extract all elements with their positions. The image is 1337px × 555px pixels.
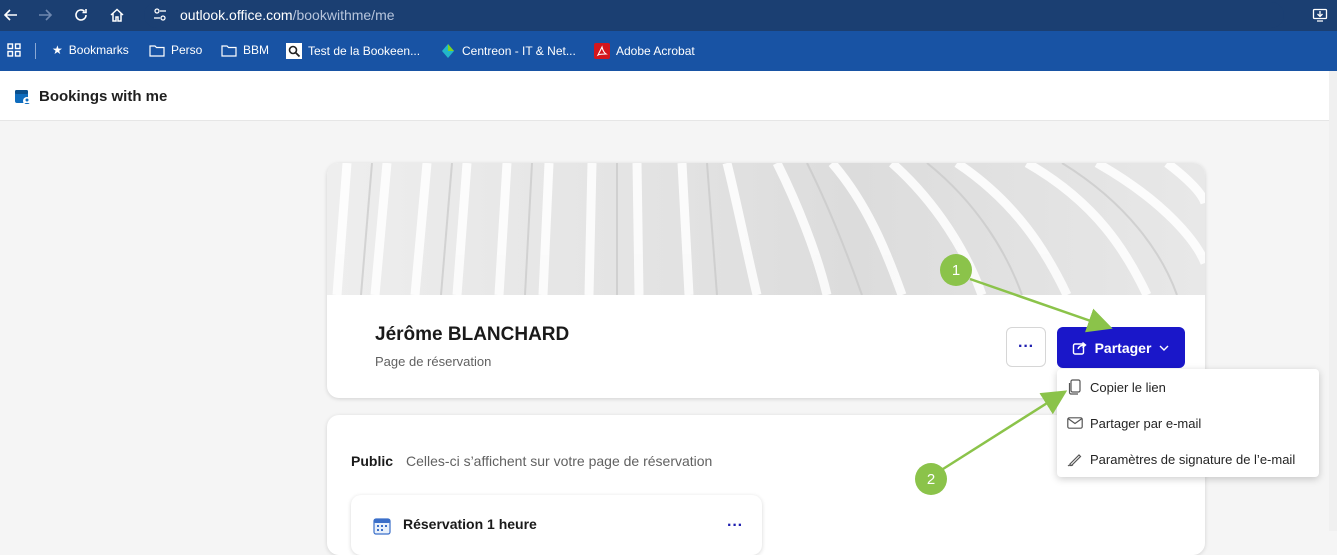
annotation-badge-2: 2 — [915, 463, 947, 495]
menu-item-label: Copier le lien — [1090, 379, 1166, 395]
mail-icon — [1066, 414, 1084, 432]
bookmark-label: Test de la Bookeen... — [308, 44, 421, 58]
home-button[interactable] — [106, 5, 128, 25]
signature-icon — [1066, 450, 1084, 468]
star-icon: ★ — [52, 43, 63, 57]
service-title: Réservation 1 heure — [403, 516, 537, 532]
bookmark-test-bookeen[interactable]: Test de la Bookeen... — [286, 43, 420, 59]
url-text[interactable]: outlook.office.com/bookwithme/me — [180, 7, 395, 23]
home-icon — [110, 8, 124, 22]
browser-toolbar: outlook.office.com/bookwithme/me — [0, 0, 1337, 31]
menu-item-share-email[interactable]: Partager par e-mail — [1057, 405, 1319, 441]
bookmark-label: Perso — [171, 43, 203, 57]
service-card[interactable]: Réservation 1 heure ··· — [351, 495, 762, 555]
chevron-down-icon — [1159, 345, 1169, 351]
share-menu: Copier le lien Partager par e-mail Param… — [1057, 369, 1319, 477]
public-section-description: Celles-ci s’affichent sur votre page de … — [406, 453, 713, 469]
profile-name: Jérôme BLANCHARD — [375, 324, 570, 345]
install-app-icon — [1312, 8, 1328, 22]
folder-icon — [149, 44, 165, 57]
bookings-logo-icon — [15, 90, 31, 105]
bookmark-adobe-acrobat[interactable]: Adobe Acrobat — [594, 43, 695, 59]
search-favicon — [286, 43, 302, 59]
folder-icon — [221, 44, 237, 57]
url-host: outlook.office.com — [180, 7, 293, 23]
menu-item-signature-settings[interactable]: Paramètres de signature de l’e-mail — [1057, 441, 1319, 477]
back-button[interactable] — [0, 5, 22, 25]
back-arrow-icon — [3, 9, 17, 21]
share-button-label: Partager — [1094, 339, 1152, 356]
bookmark-bbm[interactable]: BBM — [221, 43, 269, 57]
bookmark-centreon[interactable]: Centreon - IT & Net... — [440, 43, 576, 59]
bookmark-label: Centreon - IT & Net... — [462, 44, 576, 58]
bookmarks-bar: ★ Bookmarks Perso BBM Test de la Bookeen… — [0, 31, 1337, 71]
menu-item-label: Paramètres de signature de l’e-mail — [1090, 451, 1296, 467]
reload-button[interactable] — [70, 5, 92, 25]
install-app-button[interactable] — [1309, 5, 1331, 25]
bookmark-perso[interactable]: Perso — [149, 43, 202, 57]
annotation-badge-1: 1 — [940, 254, 972, 286]
menu-item-copy-link[interactable]: Copier le lien — [1057, 369, 1319, 405]
app-header: Bookings with me — [0, 71, 1337, 121]
copy-icon — [1066, 378, 1084, 396]
profile-card: Jérôme BLANCHARD Page de réservation ···… — [327, 163, 1205, 398]
bookmark-bookmarks[interactable]: ★ Bookmarks — [52, 43, 129, 57]
forward-arrow-icon — [39, 9, 53, 21]
apps-button[interactable] — [7, 43, 21, 57]
more-options-button[interactable]: ··· — [1006, 327, 1046, 367]
app-title: Bookings with me — [39, 88, 168, 105]
forward-button[interactable] — [34, 5, 56, 25]
public-section-label: Public — [351, 453, 394, 469]
reload-icon — [75, 9, 87, 21]
url-path: /bookwithme/me — [292, 7, 395, 23]
page-scrollbar[interactable] — [1329, 71, 1337, 531]
centreon-favicon — [442, 44, 454, 58]
bookmark-label: Bookmarks — [68, 43, 129, 57]
address-bar[interactable]: outlook.office.com/bookwithme/me — [144, 2, 1284, 28]
calendar-icon — [373, 518, 391, 535]
service-more-button[interactable]: ··· — [727, 517, 743, 535]
apps-grid-icon — [7, 43, 21, 57]
bookmark-label: BBM — [243, 43, 270, 57]
bookmark-label: Adobe Acrobat — [616, 44, 695, 58]
share-button[interactable]: Partager — [1057, 327, 1185, 368]
bookmarks-divider — [35, 43, 36, 59]
profile-subtitle: Page de réservation — [375, 354, 492, 369]
share-icon — [1072, 341, 1087, 355]
acrobat-favicon — [594, 43, 610, 59]
menu-item-label: Partager par e-mail — [1090, 415, 1202, 431]
profile-banner-image — [327, 163, 1205, 295]
site-settings-icon[interactable] — [152, 7, 168, 23]
